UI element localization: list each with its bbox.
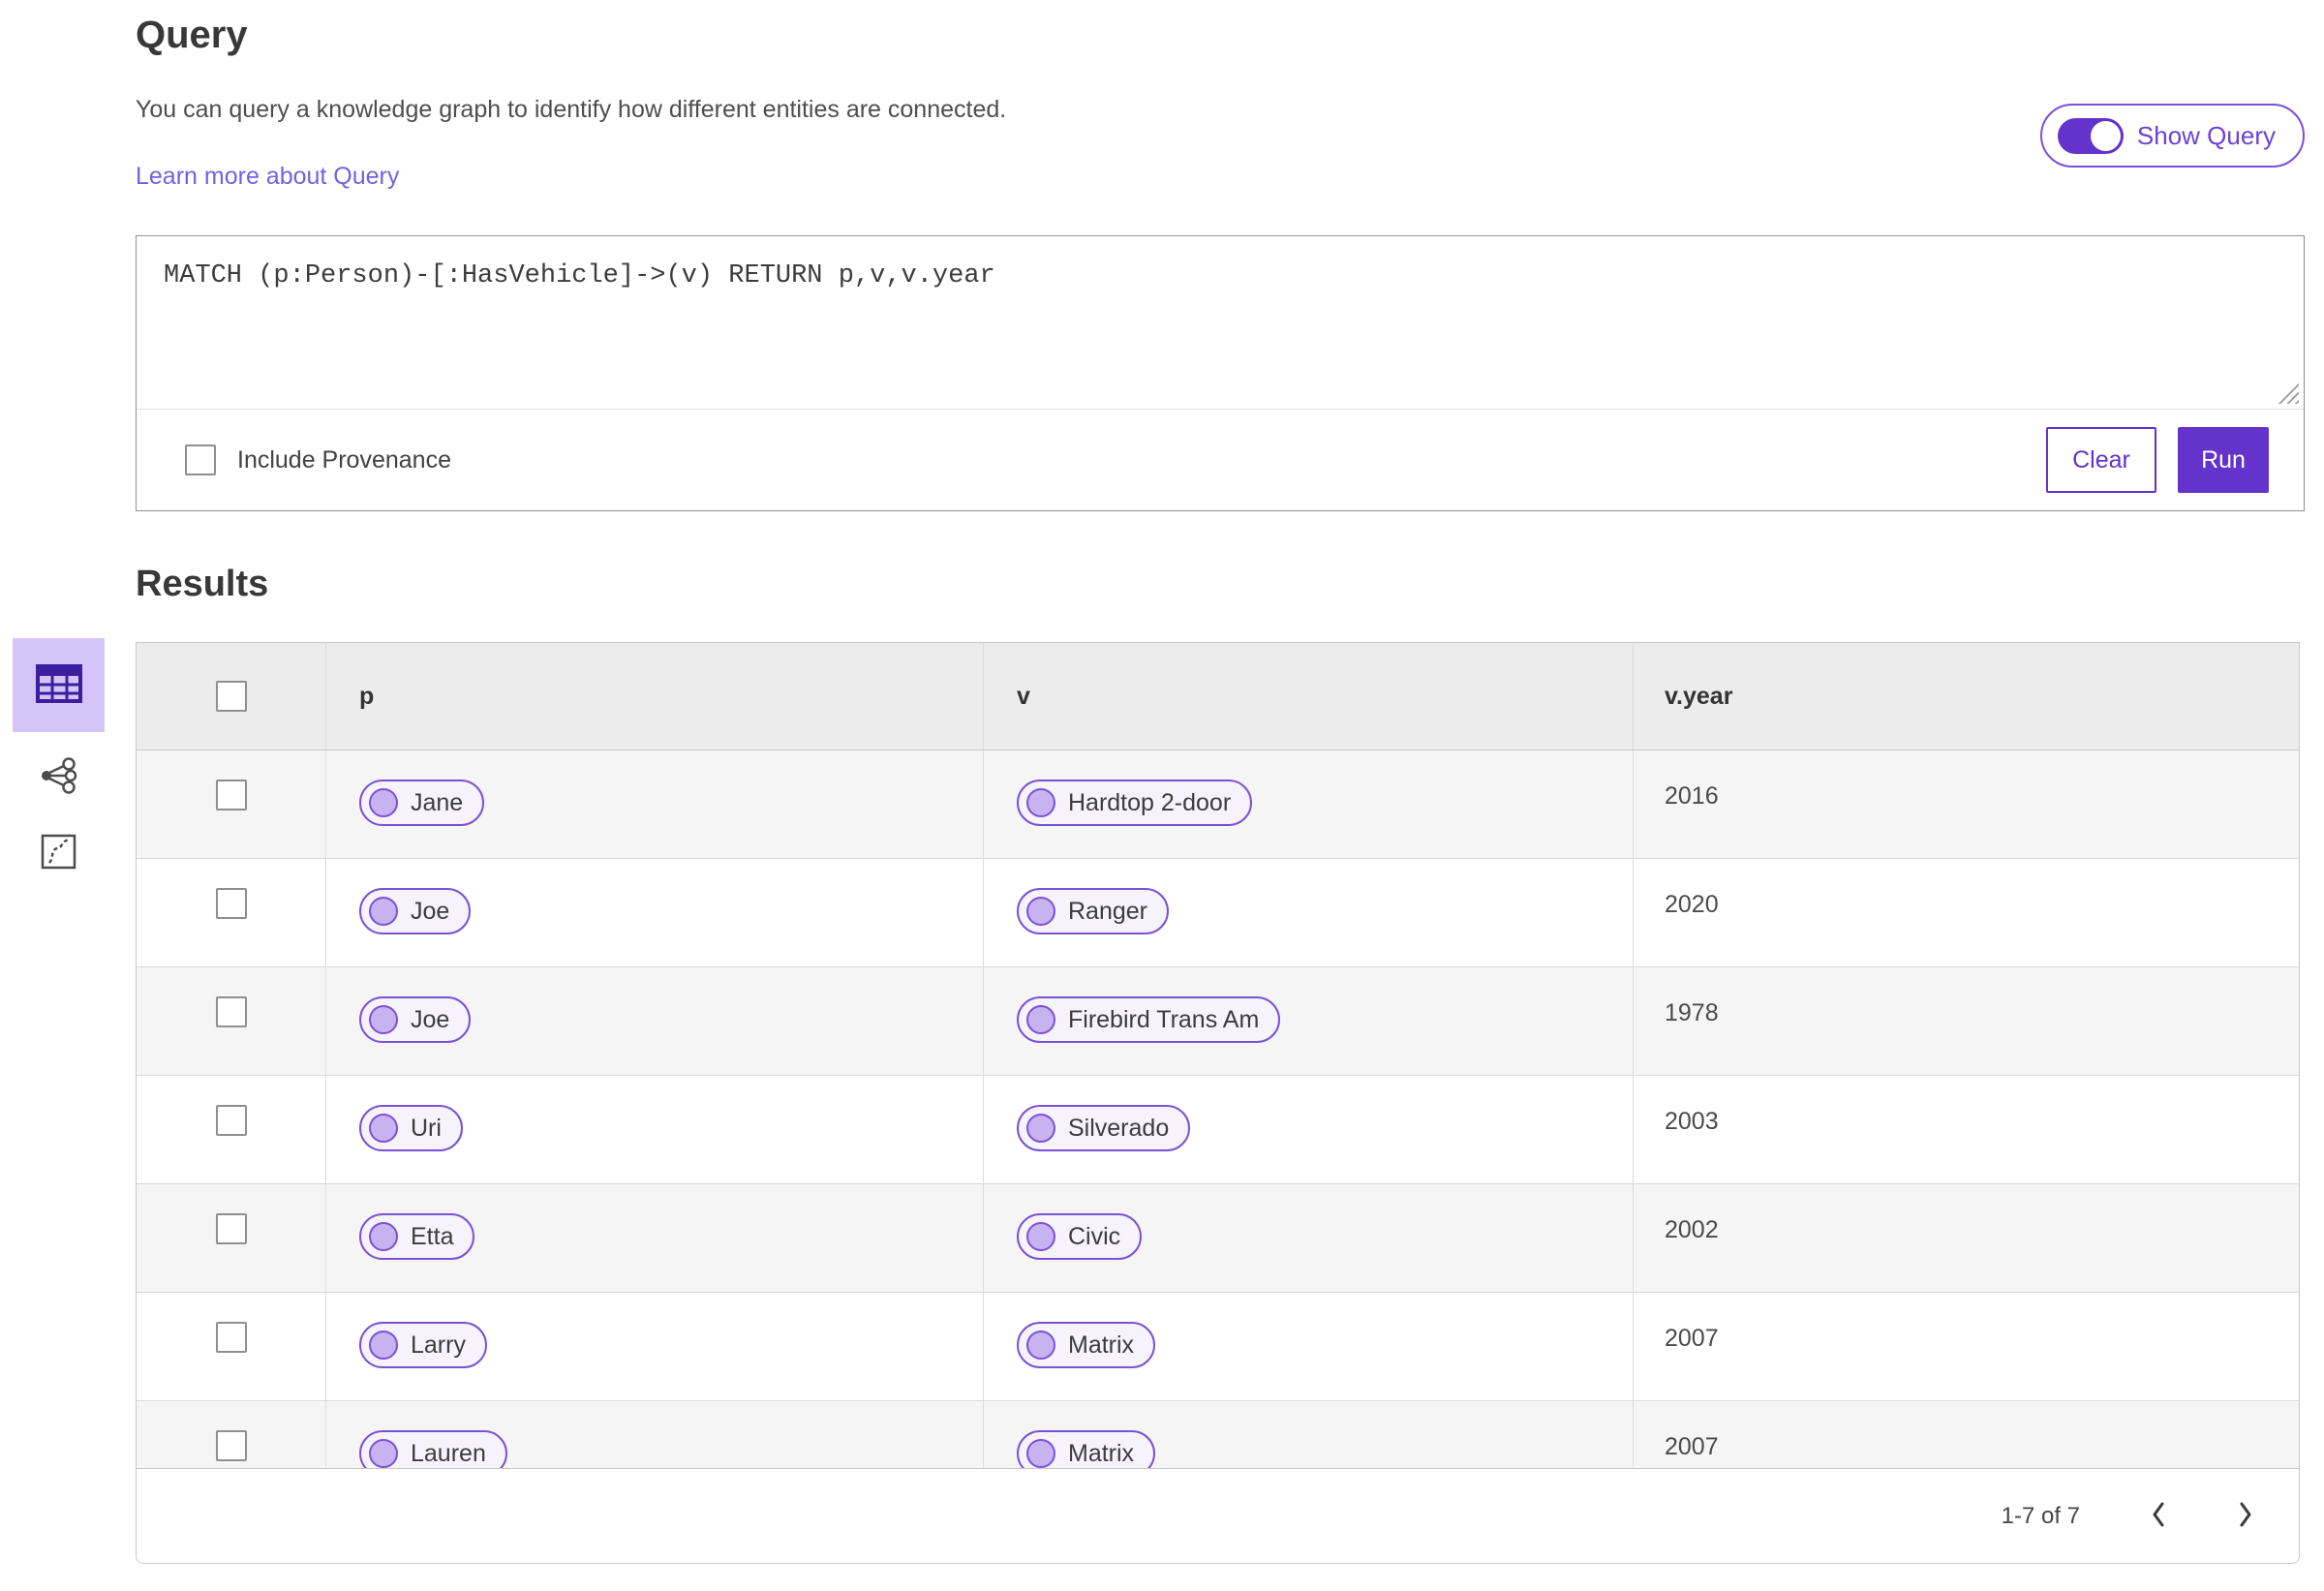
node-icon <box>369 1222 398 1251</box>
query-input[interactable]: MATCH (p:Person)-[:HasVehicle]->(v) RETU… <box>137 236 2304 409</box>
year-value: 2016 <box>1665 782 1719 810</box>
pagination-bar: 1-7 of 7 <box>137 1468 2299 1563</box>
vehicle-node-pill[interactable]: Firebird Trans Am <box>1017 996 1281 1043</box>
node-icon <box>369 897 398 926</box>
year-value: 2007 <box>1665 1325 1719 1352</box>
show-query-toggle[interactable]: Show Query <box>2039 104 2305 168</box>
select-all-checkbox[interactable] <box>215 681 247 712</box>
person-node-pill[interactable]: Joe <box>359 996 472 1043</box>
node-icon <box>1026 1005 1055 1034</box>
next-page-button[interactable] <box>2237 1501 2254 1531</box>
show-query-label: Show Query <box>2136 120 2276 150</box>
query-editor: MATCH (p:Person)-[:HasVehicle]->(v) RETU… <box>137 236 2304 410</box>
table-row: Etta Civic 2002 <box>137 1184 2299 1293</box>
table-row: Joe Ranger 2020 <box>137 859 2299 967</box>
vehicle-node-pill[interactable]: Matrix <box>1017 1430 1156 1468</box>
page-description: You can query a knowledge graph to ident… <box>136 96 1007 123</box>
table-row: Joe Firebird Trans Am 1978 <box>137 967 2299 1076</box>
column-header-p[interactable]: p <box>326 643 984 750</box>
node-icon <box>369 788 398 817</box>
year-value: 2007 <box>1665 1433 1719 1460</box>
query-page: Query You can query a knowledge graph to… <box>0 0 2324 1564</box>
row-checkbox[interactable] <box>215 996 247 1027</box>
table-view-icon <box>35 664 82 706</box>
node-icon <box>369 1331 398 1360</box>
table-viewport: p v v.year Jane Hardtop 2-door 2016 Joe … <box>137 643 2299 1468</box>
vehicle-node-pill[interactable]: Hardtop 2-door <box>1017 780 1253 826</box>
row-checkbox[interactable] <box>215 1105 247 1136</box>
column-header-v[interactable]: v <box>984 643 1634 750</box>
include-provenance-option[interactable]: Include Provenance <box>185 444 451 475</box>
intro-row: You can query a knowledge graph to ident… <box>136 96 2305 191</box>
row-checkbox[interactable] <box>215 780 247 811</box>
intro-text: You can query a knowledge graph to ident… <box>136 96 1006 191</box>
checkbox-icon[interactable] <box>185 444 216 475</box>
year-value: 1978 <box>1665 999 1719 1026</box>
results-view-switcher <box>13 638 105 883</box>
person-node-pill[interactable]: Larry <box>359 1322 487 1368</box>
results-table: p v v.year Jane Hardtop 2-door 2016 Joe … <box>136 642 2300 1564</box>
query-toolbar: Include Provenance Clear Run <box>137 410 2304 510</box>
table-row: Uri Silverado 2003 <box>137 1076 2299 1184</box>
node-icon <box>1026 1114 1055 1143</box>
row-checkbox[interactable] <box>215 888 247 919</box>
learn-more-link[interactable]: Learn more about Query <box>136 163 399 191</box>
node-icon <box>1026 1222 1055 1251</box>
vehicle-node-pill[interactable]: Civic <box>1017 1213 1143 1260</box>
pagination-range-label: 1-7 of 7 <box>2001 1502 2080 1529</box>
vehicle-node-pill[interactable]: Ranger <box>1017 888 1169 934</box>
chevron-right-icon <box>2237 1501 2254 1531</box>
person-node-pill[interactable]: Etta <box>359 1213 475 1260</box>
column-header-vyear[interactable]: v.year <box>1634 643 2299 750</box>
row-checkbox[interactable] <box>215 1430 247 1461</box>
clear-button[interactable]: Clear <box>2046 427 2156 493</box>
table-view-button[interactable] <box>13 638 105 732</box>
person-node-pill[interactable]: Jane <box>359 780 485 826</box>
node-icon <box>369 1114 398 1143</box>
table-row: Larry Matrix 2007 <box>137 1293 2299 1401</box>
table-header-row: p v v.year <box>137 643 2299 750</box>
year-value: 2020 <box>1665 891 1719 918</box>
node-icon <box>1026 1331 1055 1360</box>
results-section: p v v.year Jane Hardtop 2-door 2016 Joe … <box>13 638 2305 1564</box>
node-icon <box>1026 788 1055 817</box>
query-action-buttons: Clear Run <box>2046 427 2269 493</box>
map-view-button[interactable] <box>13 821 105 883</box>
network-view-icon <box>40 756 78 798</box>
year-value: 2003 <box>1665 1108 1719 1135</box>
network-view-button[interactable] <box>13 746 105 808</box>
node-icon <box>369 1005 398 1034</box>
include-provenance-label: Include Provenance <box>237 445 451 474</box>
run-button[interactable]: Run <box>2178 427 2269 493</box>
page-title: Query <box>136 14 248 56</box>
person-node-pill[interactable]: Uri <box>359 1105 463 1151</box>
query-panel: MATCH (p:Person)-[:HasVehicle]->(v) RETU… <box>136 235 2305 511</box>
chevron-left-icon <box>2150 1501 2167 1531</box>
map-view-icon <box>40 832 78 873</box>
vehicle-node-pill[interactable]: Matrix <box>1017 1322 1156 1368</box>
previous-page-button[interactable] <box>2150 1501 2167 1531</box>
person-node-pill[interactable]: Lauren <box>359 1430 507 1468</box>
year-value: 2002 <box>1665 1216 1719 1243</box>
person-node-pill[interactable]: Joe <box>359 888 472 934</box>
toggle-knob <box>2090 120 2121 151</box>
node-icon <box>1026 1439 1055 1468</box>
row-checkbox[interactable] <box>215 1322 247 1353</box>
vehicle-node-pill[interactable]: Silverado <box>1017 1105 1191 1151</box>
row-checkbox[interactable] <box>215 1213 247 1244</box>
table-row: Jane Hardtop 2-door 2016 <box>137 750 2299 859</box>
node-icon <box>369 1439 398 1468</box>
node-icon <box>1026 897 1055 926</box>
toggle-on-icon[interactable] <box>2057 117 2124 154</box>
table-row: Lauren Matrix 2007 <box>137 1401 2299 1468</box>
results-title: Results <box>136 564 269 604</box>
